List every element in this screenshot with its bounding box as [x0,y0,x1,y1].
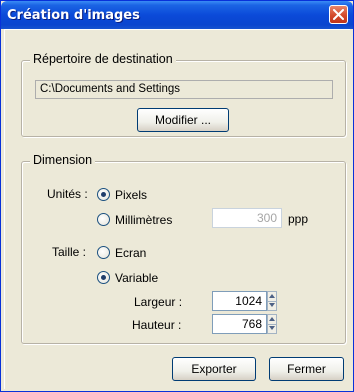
close-button[interactable]: Fermer [269,357,344,381]
width-label: Largeur : [134,295,183,309]
units-label: Unités : [47,187,88,201]
height-decrement-button[interactable] [268,324,276,333]
width-input[interactable]: 1024 [212,291,267,311]
size-variable-label: Variable [115,271,159,285]
radio-unchecked-icon [97,246,110,259]
width-decrement-button[interactable] [268,301,276,310]
width-spinner[interactable] [267,291,277,311]
destination-group: Répertoire de destination C:\Documents a… [21,52,346,137]
arrow-up-icon [269,317,275,321]
dimension-legend: Dimension [30,153,96,167]
radio-checked-icon [97,271,110,284]
resolution-input[interactable]: 300 [212,208,282,228]
arrow-down-icon [269,326,275,330]
export-button[interactable]: Exporter [172,357,256,381]
destination-path-field: C:\Documents and Settings [35,80,333,99]
height-label: Hauteur : [132,318,182,332]
size-screen-label: Ecran [115,246,147,260]
close-window-button[interactable] [329,5,348,24]
close-icon [333,9,344,20]
arrow-up-icon [269,294,275,298]
ppp-unit-label: ppp [288,212,309,226]
dialog-window: Création d'images Répertoire de destinat… [0,0,354,392]
modify-button[interactable]: Modifier ... [137,108,229,132]
destination-legend: Répertoire de destination [30,52,176,66]
size-label: Taille : [52,245,87,259]
dimension-group: Dimension Unités : Pixels Millimètres 30… [21,153,346,344]
radio-unchecked-icon [97,213,110,226]
radio-checked-icon [97,188,110,201]
unit-millimetres-label: Millimètres [115,213,173,227]
window-title: Création d'images [7,8,140,23]
height-spinner[interactable] [267,314,277,334]
unit-pixels-label: Pixels [115,188,148,202]
height-input[interactable]: 768 [212,314,267,334]
title-bar[interactable]: Création d'images [1,1,353,29]
dialog-content: Répertoire de destination C:\Documents a… [4,29,350,389]
arrow-down-icon [269,303,275,307]
